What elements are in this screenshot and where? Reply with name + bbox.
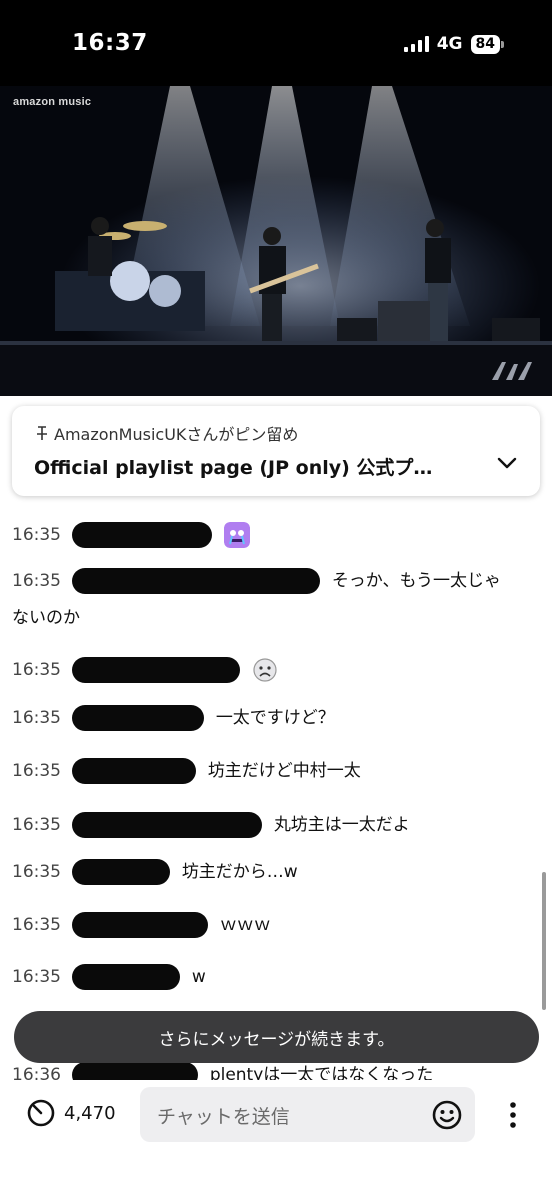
message-time: 16:35 <box>12 862 61 882</box>
redacted-username <box>72 522 213 548</box>
chat-message: 16:35 一太ですけど？ <box>12 701 335 735</box>
pinned-message-card[interactable]: AmazonMusicUKさんがピン留め Official playlist p… <box>12 406 540 496</box>
emoji-icon[interactable] <box>431 1099 463 1131</box>
redacted-username <box>72 758 197 784</box>
redacted-username <box>72 568 321 594</box>
more-options-icon[interactable] <box>506 1100 520 1130</box>
more-messages-banner[interactable]: さらにメッセージが続きます。 <box>14 1011 539 1063</box>
crying-emote-icon <box>223 522 250 548</box>
battery-icon: 84 <box>470 34 504 54</box>
pin-icon <box>37 426 47 440</box>
sad-face-emote-icon <box>253 658 277 682</box>
message-time: 16:35 <box>12 761 61 781</box>
message-text: そっか、もう一太じゃ <box>331 571 501 591</box>
message-text: 坊主だから…w <box>181 862 298 882</box>
redacted-username <box>72 964 181 990</box>
chat-message: 16:35 そっか、もう一太じゃ <box>12 564 501 598</box>
message-text: 坊主だけど中村一太 <box>207 761 361 781</box>
viewers-icon <box>27 1099 55 1127</box>
redacted-username <box>72 657 241 683</box>
concert-stage-image <box>0 86 552 396</box>
chevron-down-icon[interactable] <box>496 456 518 470</box>
redacted-username <box>72 705 205 731</box>
chat-scrollbar[interactable] <box>542 872 546 1010</box>
chat-message: 16:35 <box>12 518 250 552</box>
message-time: 16:35 <box>12 660 61 680</box>
message-text: ｗｗｗ <box>219 915 271 935</box>
viewer-count-value: 4,470 <box>64 1102 116 1124</box>
message-text: w <box>191 967 206 987</box>
message-time: 16:35 <box>12 571 61 591</box>
message-time: 16:35 <box>12 525 61 545</box>
redacted-username <box>72 812 263 838</box>
chat-input-placeholder: チャットを送信 <box>157 1106 290 1128</box>
video-player[interactable]: amazon music <box>0 86 552 396</box>
chat-message-continuation: ないのか <box>12 601 80 635</box>
message-text: ないのか <box>12 608 80 628</box>
message-time: 16:35 <box>12 815 61 835</box>
message-text: 丸坊主は一太だよ <box>273 815 410 835</box>
viewer-count: 4,470 <box>26 1098 116 1128</box>
chat-message: 16:35 坊主だけど中村一太 <box>12 754 361 788</box>
chat-message: 16:35 ｗｗｗ <box>12 908 271 942</box>
clock: 16:37 <box>72 30 148 56</box>
redacted-username <box>72 859 171 885</box>
channel-watermark-icon <box>492 362 532 380</box>
chat-message: 16:35 <box>12 653 278 687</box>
pinned-message-title: Official playlist page (JP only) 公式プ… <box>34 457 433 479</box>
status-bar: 16:37 4G 84 <box>0 0 552 86</box>
network-type: 4G <box>436 34 463 54</box>
signal-icon <box>403 36 429 52</box>
message-time: 16:35 <box>12 967 61 987</box>
redacted-username <box>72 912 209 938</box>
message-time: 16:35 <box>12 915 61 935</box>
chat-input[interactable]: チャットを送信 <box>140 1087 475 1142</box>
chat-message: 16:35 w <box>12 960 206 994</box>
chat-message: 16:35 丸坊主は一太だよ <box>12 808 410 842</box>
message-text: 一太ですけど？ <box>215 708 335 728</box>
battery-level: 84 <box>470 34 500 54</box>
pinned-by-label: AmazonMusicUKさんがピン留め <box>54 425 299 444</box>
amazon-music-logo: amazon music <box>13 96 92 108</box>
chat-input-bar: 4,470 チャットを送信 <box>0 1080 552 1200</box>
chat-message: 16:35 坊主だから…w <box>12 855 298 889</box>
message-time: 16:35 <box>12 708 61 728</box>
